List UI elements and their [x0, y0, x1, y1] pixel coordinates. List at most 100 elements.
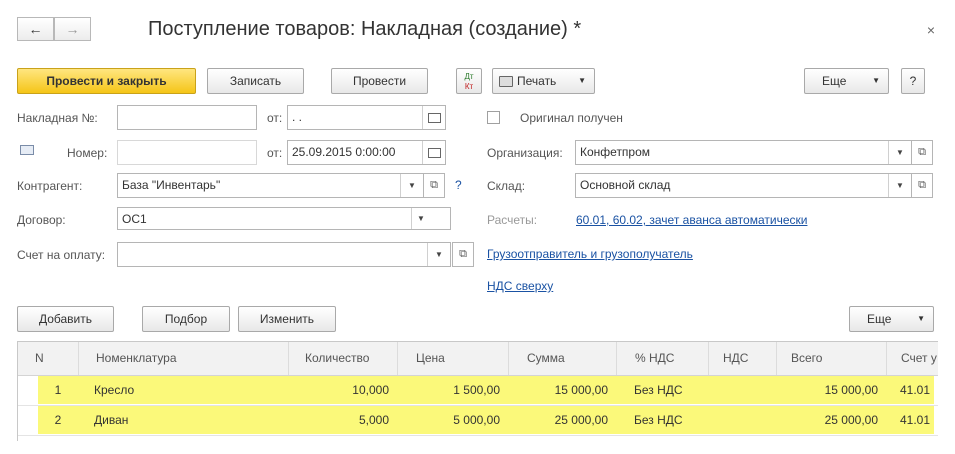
arrow-right-icon: →: [65, 21, 80, 37]
close-icon[interactable]: ×: [927, 22, 935, 38]
dt-kt-button[interactable]: Дт Кт: [456, 68, 482, 94]
more-button[interactable]: Еще ▼: [804, 68, 889, 94]
cell-item: Кресло: [94, 383, 135, 397]
cell-item: Диван: [94, 413, 129, 427]
column-header-quantity[interactable]: Количество: [288, 342, 397, 375]
column-header-account[interactable]: Счет у: [886, 342, 938, 375]
column-header-n[interactable]: N: [18, 342, 78, 375]
contractor-label: Контрагент:: [17, 179, 83, 193]
column-header-nomenclature[interactable]: Номенклатура: [78, 342, 288, 375]
cell-price: 1 500,00: [453, 383, 500, 397]
number-label: Номер:: [67, 146, 108, 160]
original-received-label: Оригинал получен: [520, 111, 623, 125]
more-label: Еще: [822, 74, 847, 88]
cell-n: 1: [54, 383, 62, 397]
number-date-value: 25.09.2015 0:00:00: [292, 145, 396, 159]
invoice-date-input[interactable]: . .: [287, 105, 446, 130]
arrow-left-icon: ←: [28, 21, 43, 37]
cell-total: 15 000,00: [824, 383, 878, 397]
print-button[interactable]: Печать ▼: [492, 68, 595, 94]
invoice-no-input[interactable]: [117, 105, 257, 130]
back-button[interactable]: ←: [17, 17, 54, 41]
cell-qty: 10,000: [352, 383, 389, 397]
add-row-button[interactable]: Добавить: [17, 306, 114, 332]
column-header-vat-rate[interactable]: % НДС: [616, 342, 708, 375]
calendar-icon[interactable]: [422, 106, 445, 129]
number-input[interactable]: [117, 140, 257, 165]
organization-label: Организация:: [487, 146, 563, 160]
column-header-vat[interactable]: НДС: [708, 342, 776, 375]
original-received-checkbox[interactable]: [487, 111, 500, 124]
table-more-button[interactable]: Еще ▼: [849, 306, 934, 332]
number-date-input[interactable]: 25.09.2015 0:00:00: [287, 140, 446, 165]
printer-icon: [499, 76, 513, 88]
select-items-button[interactable]: Подбор: [142, 306, 230, 332]
calendar-icon[interactable]: [422, 141, 445, 164]
print-label: Печать: [517, 74, 557, 88]
column-header-sum[interactable]: Сумма: [508, 342, 616, 375]
edit-row-button[interactable]: Изменить: [238, 306, 336, 332]
organization-value: Конфетпром: [580, 145, 651, 159]
open-warehouse-icon[interactable]: ⧉: [911, 173, 933, 198]
cell-qty: 5,000: [358, 413, 389, 427]
accounts-link[interactable]: 60.01, 60.02, зачет аванса автоматически: [576, 213, 807, 227]
contractor-value: База "Инвентарь": [122, 178, 221, 192]
goods-table[interactable]: N Номенклатура Количество Цена Сумма % Н…: [17, 341, 938, 441]
chevron-down-icon: ▼: [917, 314, 925, 323]
warehouse-label: Склад:: [487, 179, 526, 193]
cell-price: 5 000,00: [453, 413, 500, 427]
accounts-label: Расчеты:: [487, 213, 538, 227]
chevron-down-icon[interactable]: ▼: [888, 141, 911, 164]
warehouse-value: Основной склад: [580, 178, 671, 192]
cell-sum: 15 000,00: [554, 383, 608, 397]
contract-value: ОС1: [122, 212, 147, 226]
post-and-close-button[interactable]: Провести и закрыть: [17, 68, 196, 94]
payment-label: Счет на оплату:: [17, 248, 106, 262]
payment-select[interactable]: ▼: [117, 242, 451, 267]
vat-on-top-link[interactable]: НДС сверху: [487, 279, 553, 293]
open-organization-icon[interactable]: ⧉: [911, 140, 933, 165]
table-row[interactable]: 2 Диван 5,000 5 000,00 25 000,00 Без НДС…: [18, 405, 938, 436]
contractor-help-icon[interactable]: ?: [455, 178, 462, 192]
invoice-no-label: Накладная №:: [17, 111, 98, 125]
column-header-total[interactable]: Всего: [776, 342, 886, 375]
table-header: N Номенклатура Количество Цена Сумма % Н…: [18, 342, 938, 376]
cell-total: 25 000,00: [824, 413, 878, 427]
cell-account: 41.01: [900, 383, 931, 397]
table-more-label: Еще: [867, 312, 892, 326]
from-label-1: от:: [267, 111, 283, 125]
chevron-down-icon[interactable]: ▼: [411, 208, 430, 229]
chevron-down-icon: ▼: [872, 76, 880, 85]
cell-vat: [708, 375, 776, 405]
organization-select[interactable]: Конфетпром ▼: [575, 140, 912, 165]
cell-sum: 25 000,00: [554, 413, 608, 427]
warehouse-select[interactable]: Основной склад ▼: [575, 173, 912, 198]
invoice-date-value: . .: [292, 110, 303, 124]
help-button[interactable]: ?: [901, 68, 925, 94]
page-title: Поступление товаров: Накладная (создание…: [148, 18, 582, 40]
cell-vat: [708, 405, 776, 435]
contract-select[interactable]: ОС1 ▼: [117, 207, 451, 230]
chevron-down-icon[interactable]: ▼: [888, 174, 911, 197]
chevron-down-icon[interactable]: ▼: [400, 174, 423, 197]
post-button[interactable]: Провести: [331, 68, 428, 94]
kt-label: Кт: [464, 82, 474, 91]
save-button[interactable]: Записать: [207, 68, 304, 94]
open-contractor-icon[interactable]: ⧉: [423, 173, 445, 198]
contractor-select[interactable]: База "Инвентарь" ▼: [117, 173, 424, 198]
cell-n: 2: [54, 413, 62, 427]
document-icon: [20, 145, 34, 155]
shipper-consignee-link[interactable]: Грузоотправитель и грузополучатель: [487, 247, 693, 261]
cell-account: 41.01: [900, 413, 931, 427]
dt-label: Дт: [464, 72, 474, 81]
chevron-down-icon[interactable]: ▼: [427, 243, 450, 266]
from-label-2: от:: [267, 146, 283, 160]
contract-label: Договор:: [17, 213, 66, 227]
forward-button[interactable]: →: [54, 17, 91, 41]
cell-vat-rate: Без НДС: [634, 383, 683, 397]
table-row[interactable]: 1 Кресло 10,000 1 500,00 15 000,00 Без Н…: [18, 375, 938, 406]
open-payment-icon[interactable]: ⧉: [452, 242, 474, 267]
column-header-price[interactable]: Цена: [397, 342, 508, 375]
chevron-down-icon: ▼: [578, 76, 586, 85]
cell-vat-rate: Без НДС: [634, 413, 683, 427]
